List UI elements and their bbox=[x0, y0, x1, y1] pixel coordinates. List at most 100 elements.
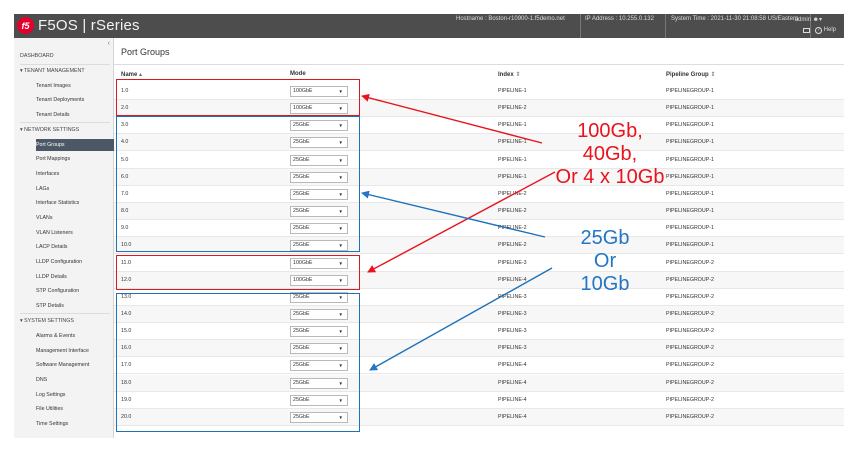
ip-address-label: IP Address : 10.255.0.132 bbox=[585, 16, 654, 22]
sidebar-item-dashboard[interactable]: DASHBOARD bbox=[20, 53, 120, 59]
page-title: Port Groups bbox=[121, 47, 170, 57]
sidebar-item-alarms-events[interactable]: Alarms & Events bbox=[36, 333, 114, 339]
column-label: Mode bbox=[290, 71, 306, 77]
pipeline-index: PIPELINE-2 bbox=[498, 225, 527, 232]
top-divider bbox=[580, 14, 581, 38]
pipeline-index: PIPELINE-4 bbox=[498, 276, 527, 283]
annotation-line: Or 4 x 10Gb bbox=[555, 166, 665, 188]
pipeline-index: PIPELINE-2 bbox=[498, 190, 527, 197]
pipeline-index: PIPELINE-2 bbox=[498, 105, 527, 112]
sidebar-divider bbox=[20, 122, 110, 123]
sidebar-item-software-management[interactable]: Software Management bbox=[36, 362, 114, 368]
sidebar-divider bbox=[20, 313, 110, 314]
column-header-mode: Mode bbox=[290, 71, 306, 77]
sidebar-item-tenant-details[interactable]: Tenant Details bbox=[36, 112, 114, 118]
f5-logo-icon: f5 bbox=[17, 17, 34, 34]
pipeline-group: PIPELINEGROUP-1 bbox=[666, 88, 714, 94]
top-divider bbox=[665, 14, 666, 38]
pipeline-group: PIPELINEGROUP-1 bbox=[666, 122, 714, 129]
pipeline-index: PIPELINE-4 bbox=[498, 379, 527, 386]
sidebar: ‹ DASHBOARD ▾ TENANT MANAGEMENT Tenant I… bbox=[14, 38, 114, 438]
pipeline-index: PIPELINE-3 bbox=[498, 328, 527, 335]
section-label: NETWORK SETTINGS bbox=[24, 127, 80, 133]
sidebar-section-tenant-management[interactable]: ▾ TENANT MANAGEMENT bbox=[20, 68, 120, 74]
pipeline-index: PIPELINE-3 bbox=[498, 345, 527, 352]
help-row: ? Help bbox=[802, 27, 836, 34]
pipeline-group: PIPELINEGROUP-1 bbox=[666, 173, 714, 180]
sidebar-divider bbox=[20, 64, 110, 65]
sidebar-item-lags[interactable]: LAGs bbox=[36, 186, 114, 192]
user-menu[interactable]: admin ☻▾ bbox=[795, 16, 822, 23]
pipeline-group: PIPELINEGROUP-2 bbox=[666, 276, 714, 283]
sidebar-section-network-settings[interactable]: ▾ NETWORK SETTINGS bbox=[20, 127, 120, 133]
sidebar-item-stp-configuration[interactable]: STP Configuration bbox=[36, 288, 114, 294]
pipeline-group: PIPELINEGROUP-2 bbox=[666, 362, 714, 369]
pipeline-group: PIPELINEGROUP-2 bbox=[666, 293, 714, 300]
pipeline-index: PIPELINE-3 bbox=[498, 259, 527, 266]
hostname-label: Hostname : Boston-r10900-1.f5demo.net bbox=[456, 16, 565, 22]
sort-icon: ⇕ bbox=[515, 72, 521, 78]
column-label: Name bbox=[121, 72, 138, 78]
pipeline-group: PIPELINEGROUP-1 bbox=[666, 225, 714, 232]
sort-icon: ▴ bbox=[139, 72, 143, 78]
pipeline-index: PIPELINE-3 bbox=[498, 293, 527, 300]
sidebar-item-vlan-listeners[interactable]: VLAN Listeners bbox=[36, 230, 114, 236]
annotation-line: 25Gb bbox=[580, 227, 630, 249]
column-header-name[interactable]: Name ▴ bbox=[121, 71, 142, 78]
pipeline-index: PIPELINE-4 bbox=[498, 413, 527, 420]
sidebar-item-lldp-details[interactable]: LLDP Details bbox=[36, 274, 114, 280]
pipeline-group: PIPELINEGROUP-2 bbox=[666, 328, 714, 335]
sidebar-item-management-interface[interactable]: Management Interface bbox=[36, 348, 114, 354]
pipeline-group: PIPELINEGROUP-1 bbox=[666, 208, 714, 214]
pipeline-group: PIPELINEGROUP-2 bbox=[666, 379, 714, 386]
sidebar-item-dns[interactable]: DNS bbox=[36, 377, 114, 383]
pipeline-index: PIPELINE-2 bbox=[498, 208, 527, 214]
annotation-box-red bbox=[116, 79, 360, 116]
sidebar-item-tenant-images[interactable]: Tenant Images bbox=[36, 83, 114, 89]
product-name: F5OS | rSeries bbox=[38, 17, 140, 34]
sidebar-item-interfaces[interactable]: Interfaces bbox=[36, 171, 114, 177]
annotation-line: 40Gb, bbox=[582, 143, 638, 165]
sidebar-item-time-settings[interactable]: Time Settings bbox=[36, 421, 114, 427]
sidebar-item-log-settings[interactable]: Log Settings bbox=[36, 392, 114, 398]
sidebar-item-vlans[interactable]: VLANs bbox=[36, 215, 114, 221]
annotation-text-blue: 25Gb Or 10Gb bbox=[560, 227, 650, 296]
sidebar-item-stp-details[interactable]: STP Details bbox=[36, 303, 114, 309]
top-bar: f5 F5OS | rSeries Hostname : Boston-r109… bbox=[14, 14, 844, 38]
pipeline-group: PIPELINEGROUP-1 bbox=[666, 139, 714, 146]
annotation-box-red bbox=[116, 255, 360, 290]
pipeline-group: PIPELINEGROUP-1 bbox=[666, 190, 714, 197]
pipeline-group: PIPELINEGROUP-2 bbox=[666, 345, 714, 352]
sidebar-item-interface-statistics[interactable]: Interface Statistics bbox=[36, 200, 114, 206]
pipeline-index: PIPELINE-1 bbox=[498, 173, 527, 180]
sidebar-section-system-settings[interactable]: ▾ SYSTEM SETTINGS bbox=[20, 318, 120, 324]
sidebar-item-lacp-details[interactable]: LACP Details bbox=[36, 244, 114, 250]
sidebar-item-port-groups[interactable]: Port Groups bbox=[36, 139, 114, 151]
help-label: Help bbox=[823, 27, 836, 33]
column-header-index[interactable]: Index ⇕ bbox=[498, 71, 520, 78]
section-label: SYSTEM SETTINGS bbox=[24, 318, 74, 324]
title-divider bbox=[114, 64, 844, 65]
pipeline-group: PIPELINEGROUP-2 bbox=[666, 310, 714, 317]
collapse-sidebar-icon[interactable]: ‹ bbox=[108, 40, 110, 47]
annotation-box-blue bbox=[116, 116, 360, 252]
sort-icon: ⇕ bbox=[710, 72, 716, 78]
pipeline-index: PIPELINE-3 bbox=[498, 310, 527, 317]
pipeline-index: PIPELINE-1 bbox=[498, 122, 527, 129]
brand[interactable]: f5 F5OS | rSeries bbox=[17, 17, 140, 34]
sidebar-item-file-utilities[interactable]: File Utilities bbox=[36, 406, 114, 412]
help-link[interactable]: ? Help bbox=[814, 27, 836, 34]
pipeline-group: PIPELINEGROUP-1 bbox=[666, 105, 714, 112]
pipeline-group: PIPELINEGROUP-1 bbox=[666, 156, 714, 163]
pipeline-index: PIPELINE-1 bbox=[498, 156, 527, 163]
column-label: Index bbox=[498, 72, 514, 78]
book-icon[interactable] bbox=[802, 28, 810, 33]
pipeline-group: PIPELINEGROUP-2 bbox=[666, 413, 714, 420]
column-header-pipeline-group[interactable]: Pipeline Group ⇕ bbox=[666, 71, 715, 78]
pipeline-index: PIPELINE-2 bbox=[498, 242, 527, 249]
sidebar-item-port-mappings[interactable]: Port Mappings bbox=[36, 156, 114, 162]
sidebar-item-tenant-deployments[interactable]: Tenant Deployments bbox=[36, 97, 114, 103]
sidebar-item-lldp-configuration[interactable]: LLDP Configuration bbox=[36, 259, 114, 265]
column-label: Pipeline Group bbox=[666, 72, 709, 78]
pipeline-index: PIPELINE-4 bbox=[498, 362, 527, 369]
